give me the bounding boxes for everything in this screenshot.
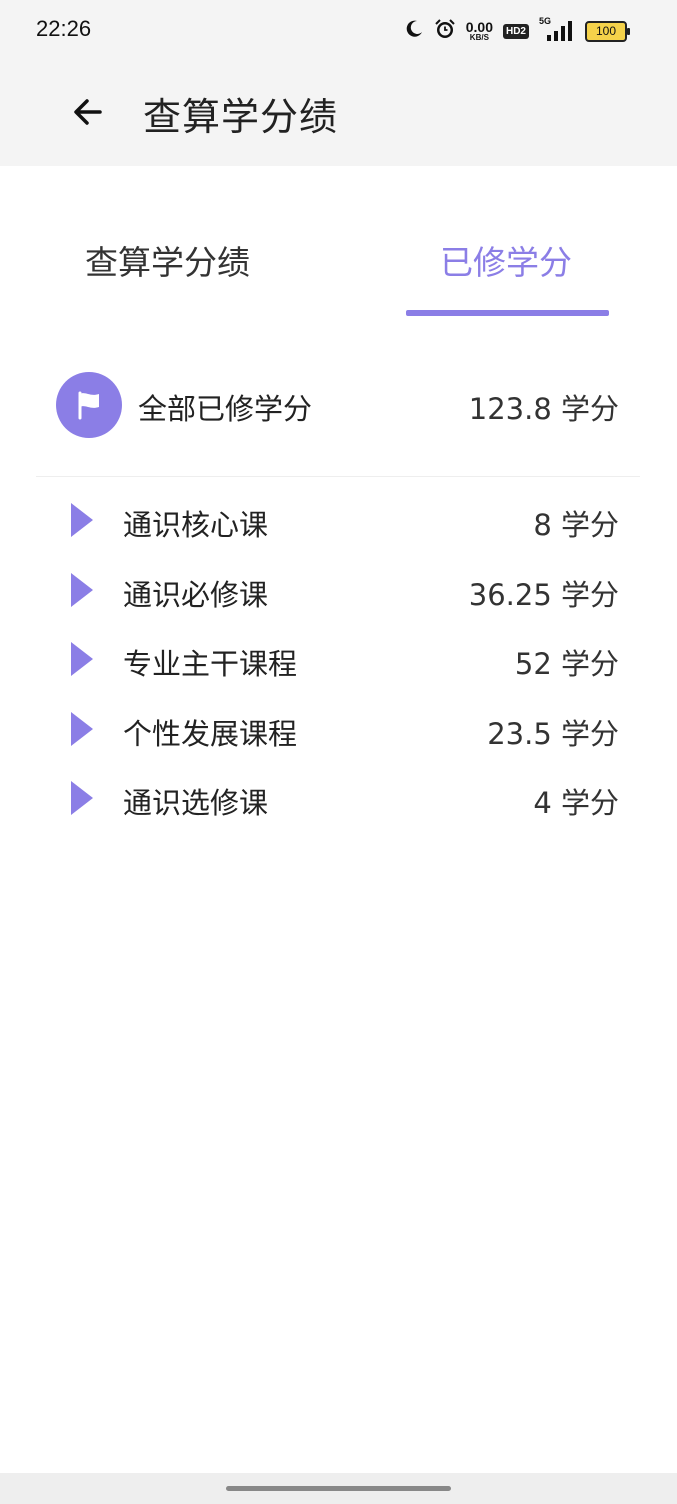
category-value: 36.25 学分 bbox=[468, 577, 619, 612]
summary-label: 全部已修学分 bbox=[138, 392, 313, 426]
divider bbox=[36, 476, 640, 477]
triangle-right-icon bbox=[71, 572, 93, 607]
category-list: 通识核心课 8 学分 通识必修课 36.25 学分 专业主干课程 52 学分 个… bbox=[0, 485, 677, 833]
category-value: 4 学分 bbox=[533, 786, 619, 820]
summary-value: 123.8 学分 bbox=[468, 392, 619, 426]
active-tab-indicator bbox=[406, 310, 609, 316]
list-item[interactable]: 专业主干课程 52 学分 bbox=[0, 624, 677, 694]
home-indicator[interactable] bbox=[226, 1486, 451, 1491]
triangle-right-icon bbox=[71, 642, 93, 676]
screen: 22:26 0.00 KB/S HD2 5G 100 查算学分绩 查算学分绩 已… bbox=[0, 0, 677, 1504]
arrow-left-icon bbox=[74, 99, 102, 125]
signal-icon: 5G bbox=[539, 16, 575, 42]
list-item[interactable]: 通识选修课 4 学分 bbox=[0, 763, 677, 833]
flag-icon bbox=[56, 372, 122, 438]
signal-label: 5G bbox=[539, 16, 552, 26]
category-label: 通识核心课 bbox=[123, 508, 269, 542]
net-speed-value: 0.00 bbox=[465, 19, 493, 35]
tab-calculate-gpa[interactable]: 查算学分绩 bbox=[85, 236, 250, 284]
page-title: 查算学分绩 bbox=[143, 95, 339, 139]
status-icons: 0.00 KB/S HD2 5G 100 bbox=[404, 16, 630, 46]
net-speed-unit: KB/S bbox=[469, 33, 489, 42]
status-bar: 22:26 0.00 KB/S HD2 5G 100 bbox=[0, 0, 677, 60]
app-bar: 查算学分绩 bbox=[0, 60, 677, 166]
moon-icon bbox=[404, 19, 424, 43]
battery-icon: 100 bbox=[585, 20, 630, 42]
hd-badge: HD2 bbox=[502, 23, 529, 39]
tab-earned-credits[interactable]: 已修学分 bbox=[440, 236, 572, 284]
category-value: 23.5 学分 bbox=[487, 716, 619, 751]
status-time: 22:26 bbox=[36, 16, 92, 41]
triangle-right-icon bbox=[71, 711, 93, 746]
summary-row: 全部已修学分 123.8 学分 bbox=[0, 360, 677, 450]
category-value: 52 学分 bbox=[514, 647, 619, 681]
list-item[interactable]: 通识核心课 8 学分 bbox=[0, 485, 677, 555]
back-button[interactable] bbox=[66, 90, 110, 134]
alarm-icon bbox=[434, 18, 456, 44]
category-label: 个性发展课程 bbox=[123, 716, 298, 751]
category-label: 专业主干课程 bbox=[123, 647, 298, 681]
list-item[interactable]: 通识必修课 36.25 学分 bbox=[0, 555, 677, 625]
category-label: 通识必修课 bbox=[123, 577, 269, 612]
gesture-bar bbox=[0, 1473, 677, 1504]
category-value: 8 学分 bbox=[533, 508, 619, 542]
category-label: 通识选修课 bbox=[123, 786, 269, 820]
tab-bar: 查算学分绩 已修学分 bbox=[0, 206, 677, 318]
list-item[interactable]: 个性发展课程 23.5 学分 bbox=[0, 694, 677, 764]
triangle-right-icon bbox=[71, 781, 93, 815]
net-speed: 0.00 KB/S bbox=[466, 20, 493, 42]
triangle-right-icon bbox=[71, 503, 93, 537]
